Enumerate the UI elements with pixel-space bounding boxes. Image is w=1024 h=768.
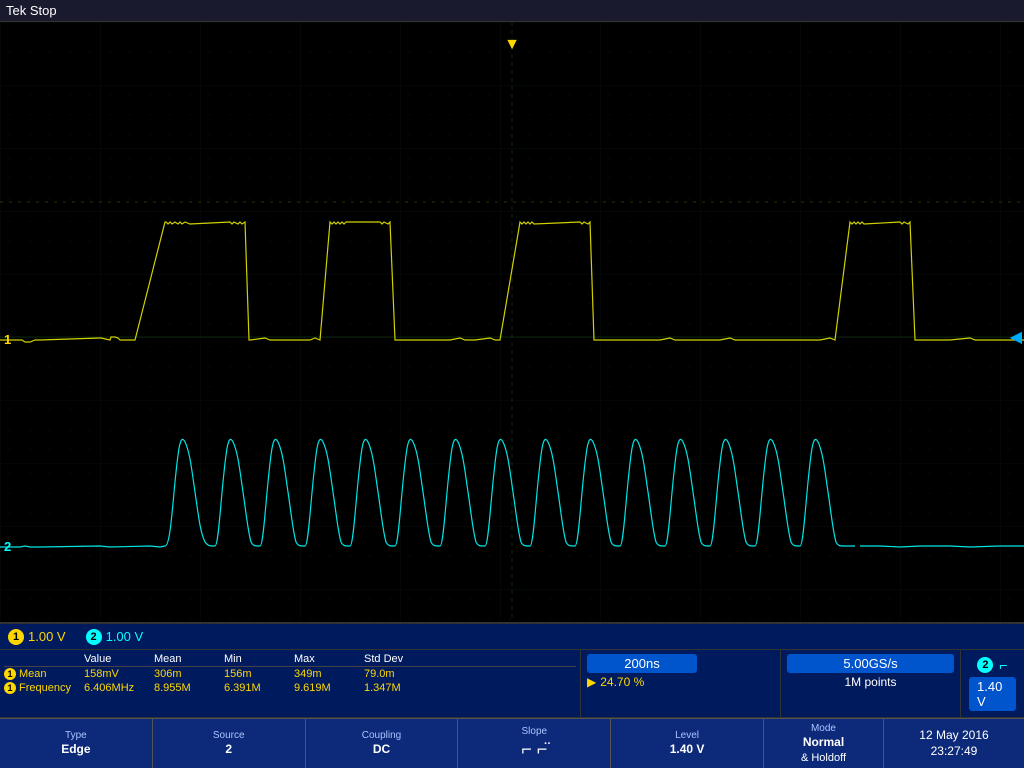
slope-icon: ⌐ ⌐̈	[521, 738, 547, 761]
meas-row-freq: 1 Frequency 6.406MHz 8.955M 6.391M 9.619…	[4, 681, 576, 695]
ch2-trig-num: 2	[977, 657, 993, 673]
level-button[interactable]: Level 1.40 V	[611, 719, 764, 768]
meas-ch1-dot2: 1	[4, 682, 16, 694]
grid	[0, 22, 1024, 652]
scope-screen: 1 2 ▼ ◀	[0, 22, 1024, 652]
ch2-number: 2	[86, 629, 102, 645]
scope-right-arrow: ◀	[1010, 327, 1022, 347]
trig-voltage: 1.40 V	[969, 677, 1016, 711]
ch1-number: 1	[8, 629, 24, 645]
bottom-bar: 1 1.00 V 2 1.00 V Value Mean Min Max Std…	[0, 622, 1024, 768]
time-text: 23:27:49	[931, 744, 978, 760]
timebase-section: 200ns ▶ 24.70 %	[580, 650, 780, 717]
meas-ch1-dot: 1	[4, 668, 16, 680]
measurements-section: Value Mean Min Max Std Dev 1 Mean 158mV …	[0, 650, 1024, 718]
slope-icon: ⌐	[999, 657, 1007, 673]
mode-button[interactable]: Mode Normal & Holdoff	[764, 719, 884, 768]
title-text: Tek Stop	[6, 3, 57, 18]
sample-section: 5.00GS/s 1M points	[780, 650, 960, 717]
type-button[interactable]: Type Edge	[0, 719, 153, 768]
meas-header: Value Mean Min Max Std Dev	[4, 652, 576, 667]
ch2-label: 2	[4, 539, 11, 554]
mode-sub: & Holdoff	[801, 751, 846, 765]
title-bar: Tek Stop	[0, 0, 1024, 22]
ch1-label: 1	[4, 332, 11, 347]
ch1-scale-badge: 1 1.00 V	[8, 629, 66, 645]
coupling-button[interactable]: Coupling DC	[306, 719, 459, 768]
ch2-trig-badge: 2 ⌐	[977, 657, 1007, 673]
source-button[interactable]: Source 2	[153, 719, 306, 768]
ch2-scale-badge: 2 1.00 V	[86, 629, 144, 645]
slope-button[interactable]: Slope ⌐ ⌐̈	[458, 719, 611, 768]
time-div-badge: 200ns	[587, 654, 697, 673]
trigger-marker: ▼	[504, 36, 520, 54]
datetime-display: 12 May 2016 23:27:49	[884, 719, 1024, 768]
meas-row-mean: 1 Mean 158mV 306m 156m 349m 79.0m	[4, 667, 576, 681]
ch2-scale-value: 1.00 V	[106, 629, 144, 644]
scale-row: 1 1.00 V 2 1.00 V	[0, 622, 1024, 650]
measurements-table: Value Mean Min Max Std Dev 1 Mean 158mV …	[0, 650, 580, 717]
ch1-scale-value: 1.00 V	[28, 629, 66, 644]
button-row: Type Edge Source 2 Coupling DC Slope ⌐ ⌐…	[0, 718, 1024, 768]
trigger-pct: ▶ 24.70 %	[587, 675, 774, 689]
sample-rate: 5.00GS/s	[787, 654, 954, 673]
ch2-trigger-section: 2 ⌐ 1.40 V	[960, 650, 1024, 717]
sample-points: 1M points	[787, 675, 954, 689]
date-text: 12 May 2016	[919, 728, 988, 744]
